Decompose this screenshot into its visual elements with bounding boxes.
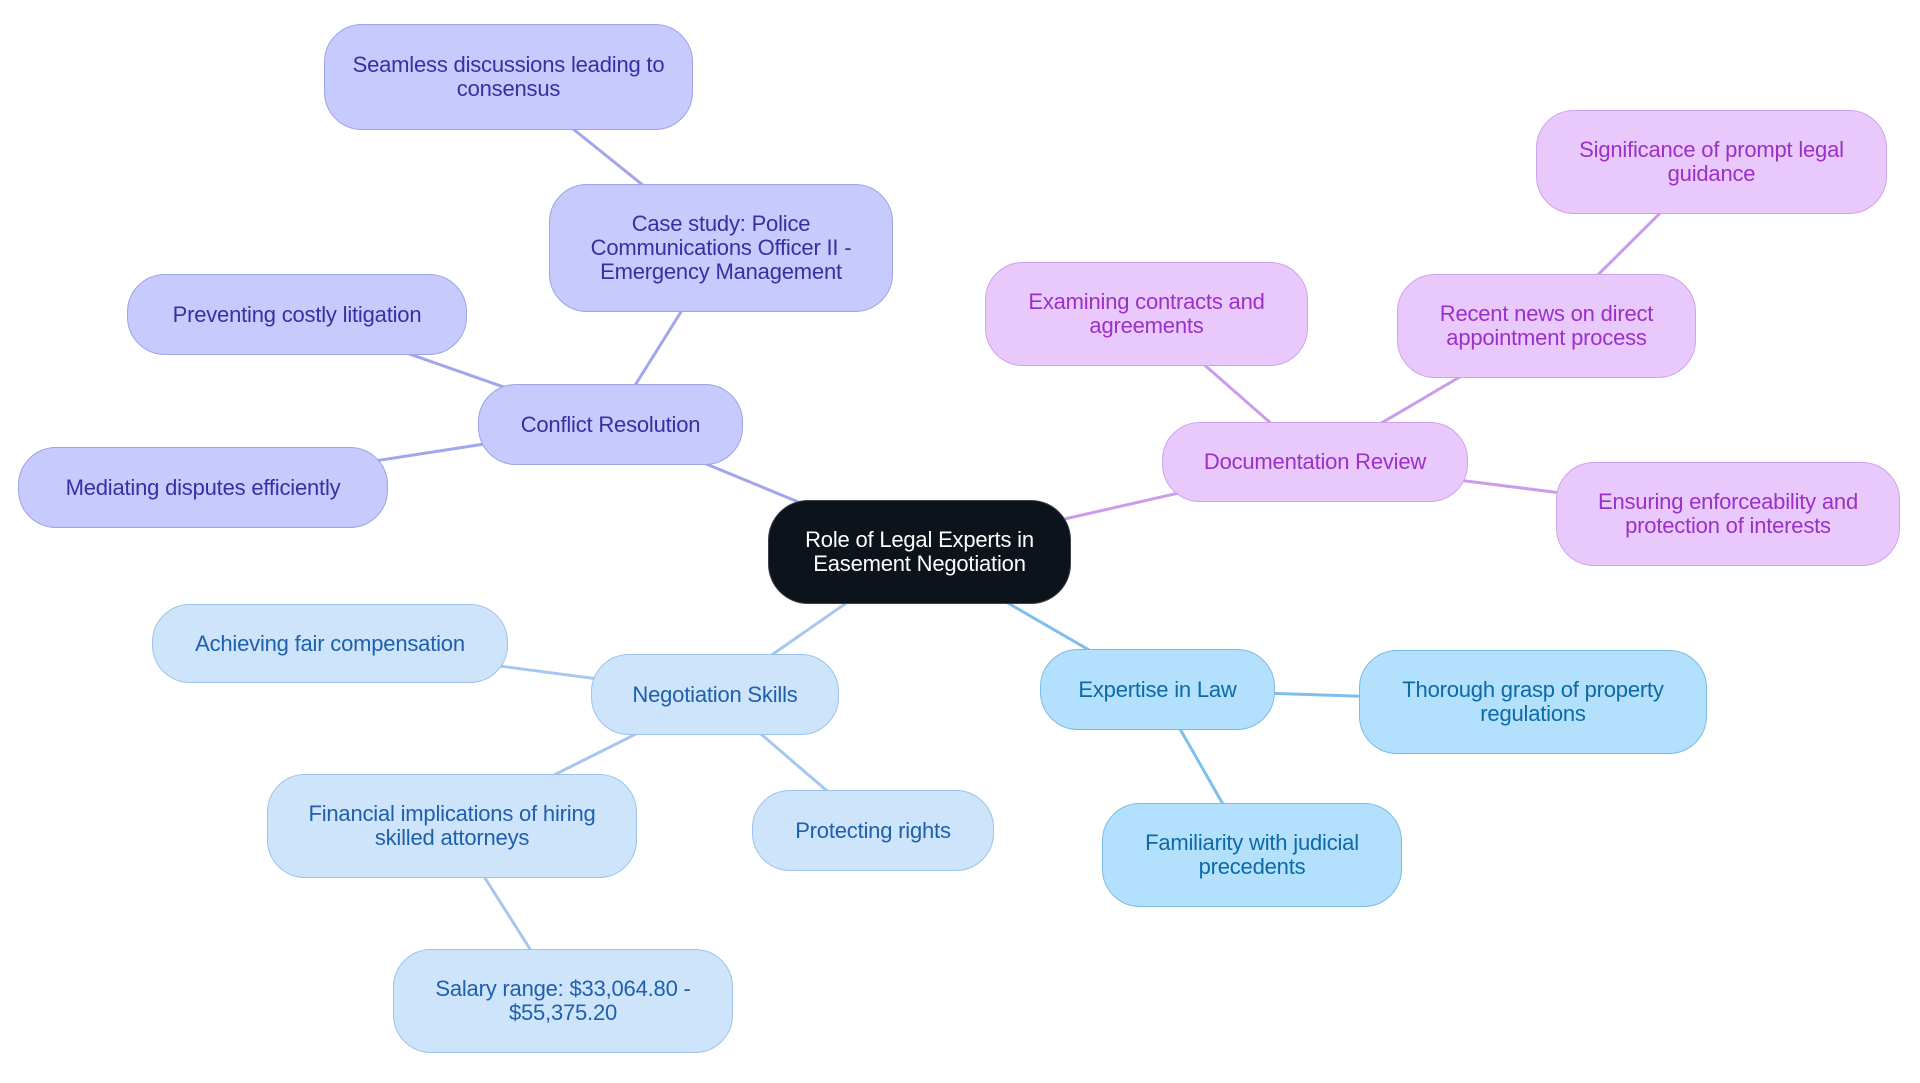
node-significance-guidance[interactable]: Significance of prompt legal guidance — [1536, 110, 1887, 214]
node-label: Examining contracts and agreements — [1028, 289, 1265, 338]
node-case-study[interactable]: Case study: Police Communications Office… — [549, 184, 893, 312]
node-label: Documentation Review — [1203, 449, 1427, 474]
node-property-regulations[interactable]: Thorough grasp of property regulations — [1359, 650, 1707, 754]
node-label: Salary range: $33,064.80 - $55,375.20 — [435, 976, 691, 1025]
branch-expertise-in-law[interactable]: Expertise in Law — [1040, 649, 1275, 730]
node-label: Negotiation Skills — [632, 681, 798, 707]
node-label: Mediating disputes efficiently — [65, 474, 341, 500]
branch-negotiation-skills[interactable]: Negotiation Skills — [591, 654, 839, 735]
node-label: Significance of prompt legal guidance — [1579, 137, 1844, 186]
node-preventing-litigation[interactable]: Preventing costly litigation — [127, 274, 467, 355]
node-achieving-compensation[interactable]: Achieving fair compensation — [152, 604, 508, 683]
node-protecting-rights[interactable]: Protecting rights — [752, 790, 994, 871]
node-ensuring-enforceability[interactable]: Ensuring enforceability and protection o… — [1556, 462, 1900, 566]
node-salary-range[interactable]: Salary range: $33,064.80 - $55,375.20 — [393, 949, 733, 1053]
node-label: Achieving fair compensation — [195, 630, 465, 656]
node-examining-contracts[interactable]: Examining contracts and agreements — [985, 262, 1308, 366]
node-mediating-disputes[interactable]: Mediating disputes efficiently — [18, 447, 388, 528]
node-seamless-discussions[interactable]: Seamless discussions leading to consensu… — [324, 24, 693, 130]
root-node[interactable]: Role of Legal Experts in Easement Negoti… — [768, 500, 1071, 604]
branch-conflict-resolution[interactable]: Conflict Resolution — [478, 384, 743, 465]
node-label: Preventing costly litigation — [172, 301, 422, 327]
node-label: Ensuring enforceability and protection o… — [1598, 489, 1858, 538]
node-label: Case study: Police Communications Office… — [590, 211, 852, 284]
node-label: Conflict Resolution — [520, 411, 701, 437]
node-label: Expertise in Law — [1078, 676, 1237, 702]
node-label: Recent news on direct appointment proces… — [1439, 301, 1654, 350]
node-label: Protecting rights — [795, 817, 951, 843]
branch-documentation-review[interactable]: Documentation Review — [1162, 422, 1468, 502]
node-recent-news[interactable]: Recent news on direct appointment proces… — [1397, 274, 1696, 378]
root-node-label: Role of Legal Experts in Easement Negoti… — [805, 527, 1034, 576]
node-financial-implications[interactable]: Financial implications of hiring skilled… — [267, 774, 637, 878]
node-label: Thorough grasp of property regulations — [1402, 677, 1664, 726]
node-label: Financial implications of hiring skilled… — [308, 801, 596, 850]
node-label: Familiarity with judicial precedents — [1145, 830, 1359, 879]
node-label: Seamless discussions leading to consensu… — [352, 52, 665, 101]
node-judicial-precedents[interactable]: Familiarity with judicial precedents — [1102, 803, 1402, 907]
